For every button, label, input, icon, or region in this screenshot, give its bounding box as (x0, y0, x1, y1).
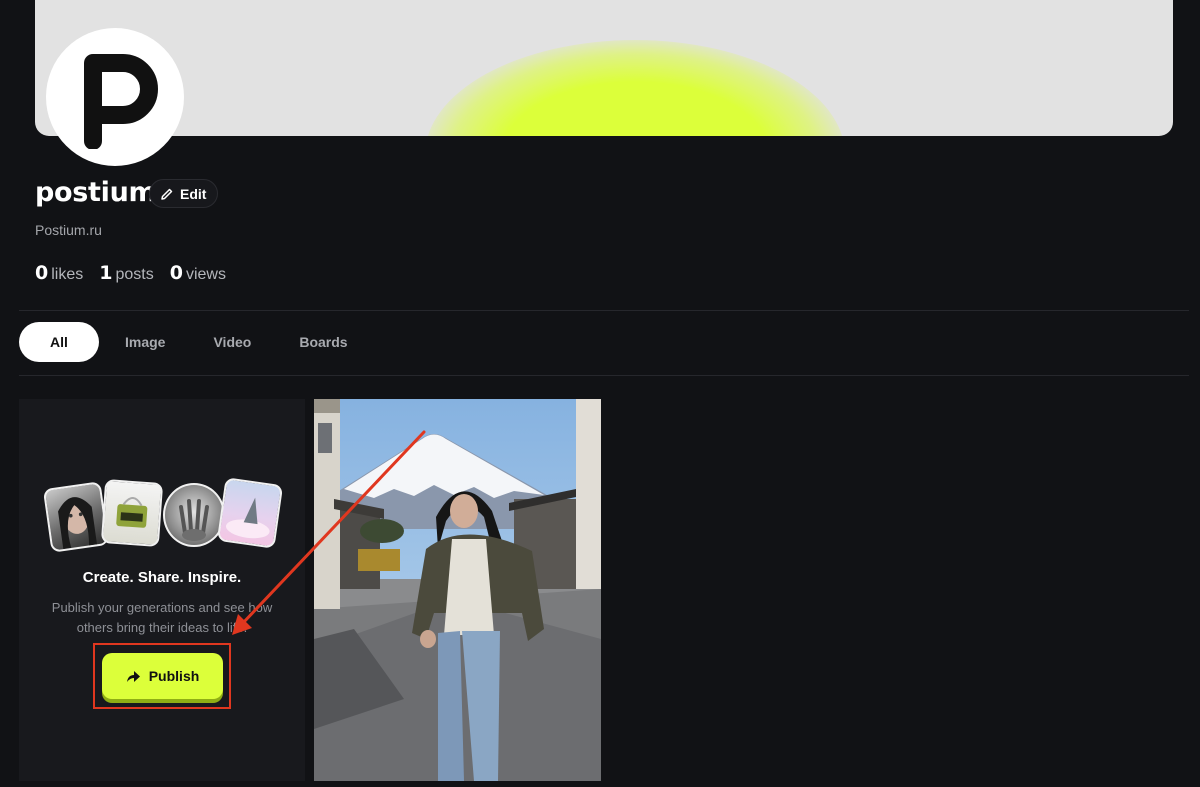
stat-views: 0 views (170, 262, 226, 284)
tab-boards[interactable]: Boards (275, 322, 371, 362)
stat-views-value: 0 (169, 262, 183, 284)
sample-image-clouds (216, 477, 284, 549)
profile-name: postium (35, 177, 157, 208)
profile-stats: 0 likes 1 posts 0 views (35, 262, 226, 284)
sample-image-face (42, 481, 110, 553)
edit-profile-button[interactable]: Edit (149, 179, 219, 208)
stat-likes-value: 0 (35, 262, 49, 284)
divider-top (19, 310, 1189, 311)
divider-tabs (19, 375, 1189, 376)
profile-cover-banner (35, 0, 1173, 136)
tab-image[interactable]: Image (101, 322, 189, 362)
publish-prompt-card: Create. Share. Inspire. Publish your gen… (19, 399, 305, 781)
sample-image-bag (100, 479, 164, 547)
sample-image-hand (163, 483, 225, 547)
content-tabs: All Image Video Boards (19, 322, 372, 362)
annotation-highlight-box (93, 643, 231, 709)
profile-website[interactable]: Postium.ru (35, 222, 102, 238)
post-photo-mount-fuji-street (314, 399, 601, 781)
avatar[interactable] (46, 28, 184, 166)
postium-logo-icon (84, 54, 158, 149)
publish-card-title: Create. Share. Inspire. (82, 569, 242, 586)
tab-video[interactable]: Video (189, 322, 275, 362)
stat-likes: 0 likes (35, 262, 83, 284)
post-thumbnail[interactable] (314, 399, 601, 781)
stat-posts: 1 posts (99, 262, 153, 284)
tab-all[interactable]: All (19, 322, 99, 362)
cover-glow (425, 40, 845, 136)
publish-card-description: Publish your generations and see how oth… (51, 600, 273, 635)
stat-likes-label: likes (51, 266, 84, 283)
stat-posts-label: posts (115, 266, 154, 283)
stat-posts-value: 1 (99, 262, 113, 284)
edit-label: Edit (180, 185, 207, 202)
stat-views-label: views (185, 266, 226, 283)
pencil-icon (161, 188, 173, 200)
sample-generations-collage (42, 477, 285, 554)
